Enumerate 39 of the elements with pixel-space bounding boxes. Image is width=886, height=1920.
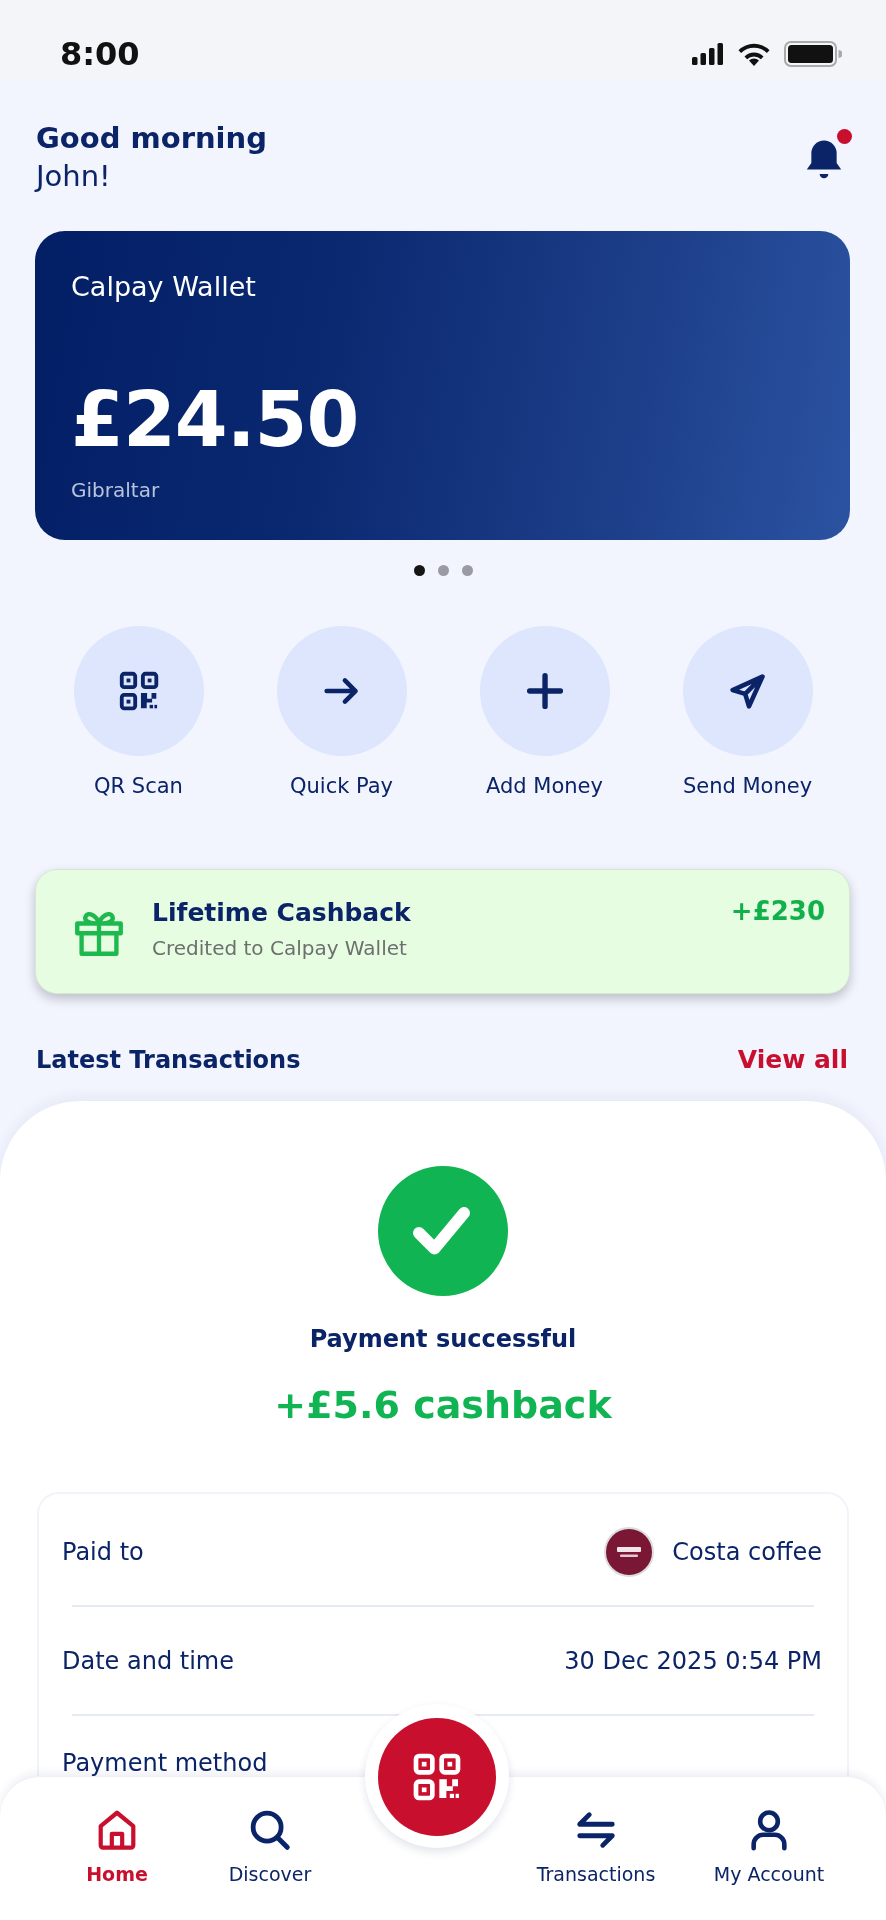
quick-action-button[interactable]: Add Money	[443, 626, 646, 800]
cashback-earned: +£5.6 cashback	[274, 1382, 612, 1429]
arrow-right-icon	[276, 626, 407, 756]
merchant-logo-icon	[604, 1526, 655, 1577]
quick-action-button[interactable]: Quick Pay	[240, 626, 443, 800]
page-dot-icon[interactable]	[413, 565, 425, 576]
signal-icon	[692, 43, 724, 65]
quick-action-button[interactable]: Send Money	[646, 626, 849, 800]
plus-icon	[479, 626, 610, 756]
quick-action-button[interactable]: QR Scan	[37, 626, 240, 800]
battery-icon	[784, 41, 842, 67]
detail-label: Paid to	[62, 1536, 144, 1567]
detail-label: Date and time	[62, 1645, 234, 1676]
nav-tab[interactable]: My Account	[694, 1807, 844, 1887]
wallet-card[interactable]: Calpay Wallet £24.50 Gibraltar	[35, 231, 850, 540]
cashback-subtitle: Credited to Calpay Wallet	[152, 934, 408, 962]
cashback-banner[interactable]: Lifetime Cashback Credited to Calpay Wallet +£230	[35, 869, 850, 994]
section-title: Latest Transactions	[36, 1045, 301, 1076]
user-name: John!	[36, 158, 112, 195]
greeting-text: Good morning	[36, 120, 267, 157]
view-all-link[interactable]: View all	[737, 1044, 848, 1076]
paper-plane-icon	[682, 626, 813, 756]
page-dot-icon[interactable]	[461, 565, 473, 576]
qr-code-icon	[73, 626, 204, 756]
payment-status-text: Payment successful	[309, 1324, 577, 1355]
wallet-balance: £24.50	[71, 375, 359, 465]
detail-value: Costa coffee	[672, 1536, 822, 1567]
detail-label: Payment method	[62, 1748, 268, 1778]
cashback-title: Lifetime Cashback	[152, 896, 412, 929]
wallet-region: Gibraltar	[71, 477, 160, 503]
nav-tab[interactable]: Home	[42, 1807, 192, 1887]
nav-tab[interactable]: Discover	[195, 1807, 345, 1887]
wallet-title: Calpay Wallet	[71, 270, 256, 304]
status-time: 8:00	[60, 36, 140, 72]
page-dot-icon[interactable]	[437, 565, 449, 576]
cashback-amount: +£230	[730, 895, 825, 928]
nav-tab[interactable]: Transactions	[521, 1807, 671, 1887]
wifi-icon	[737, 42, 771, 66]
detail-value: 30 Dec 2025 0:54 PM	[564, 1645, 822, 1676]
